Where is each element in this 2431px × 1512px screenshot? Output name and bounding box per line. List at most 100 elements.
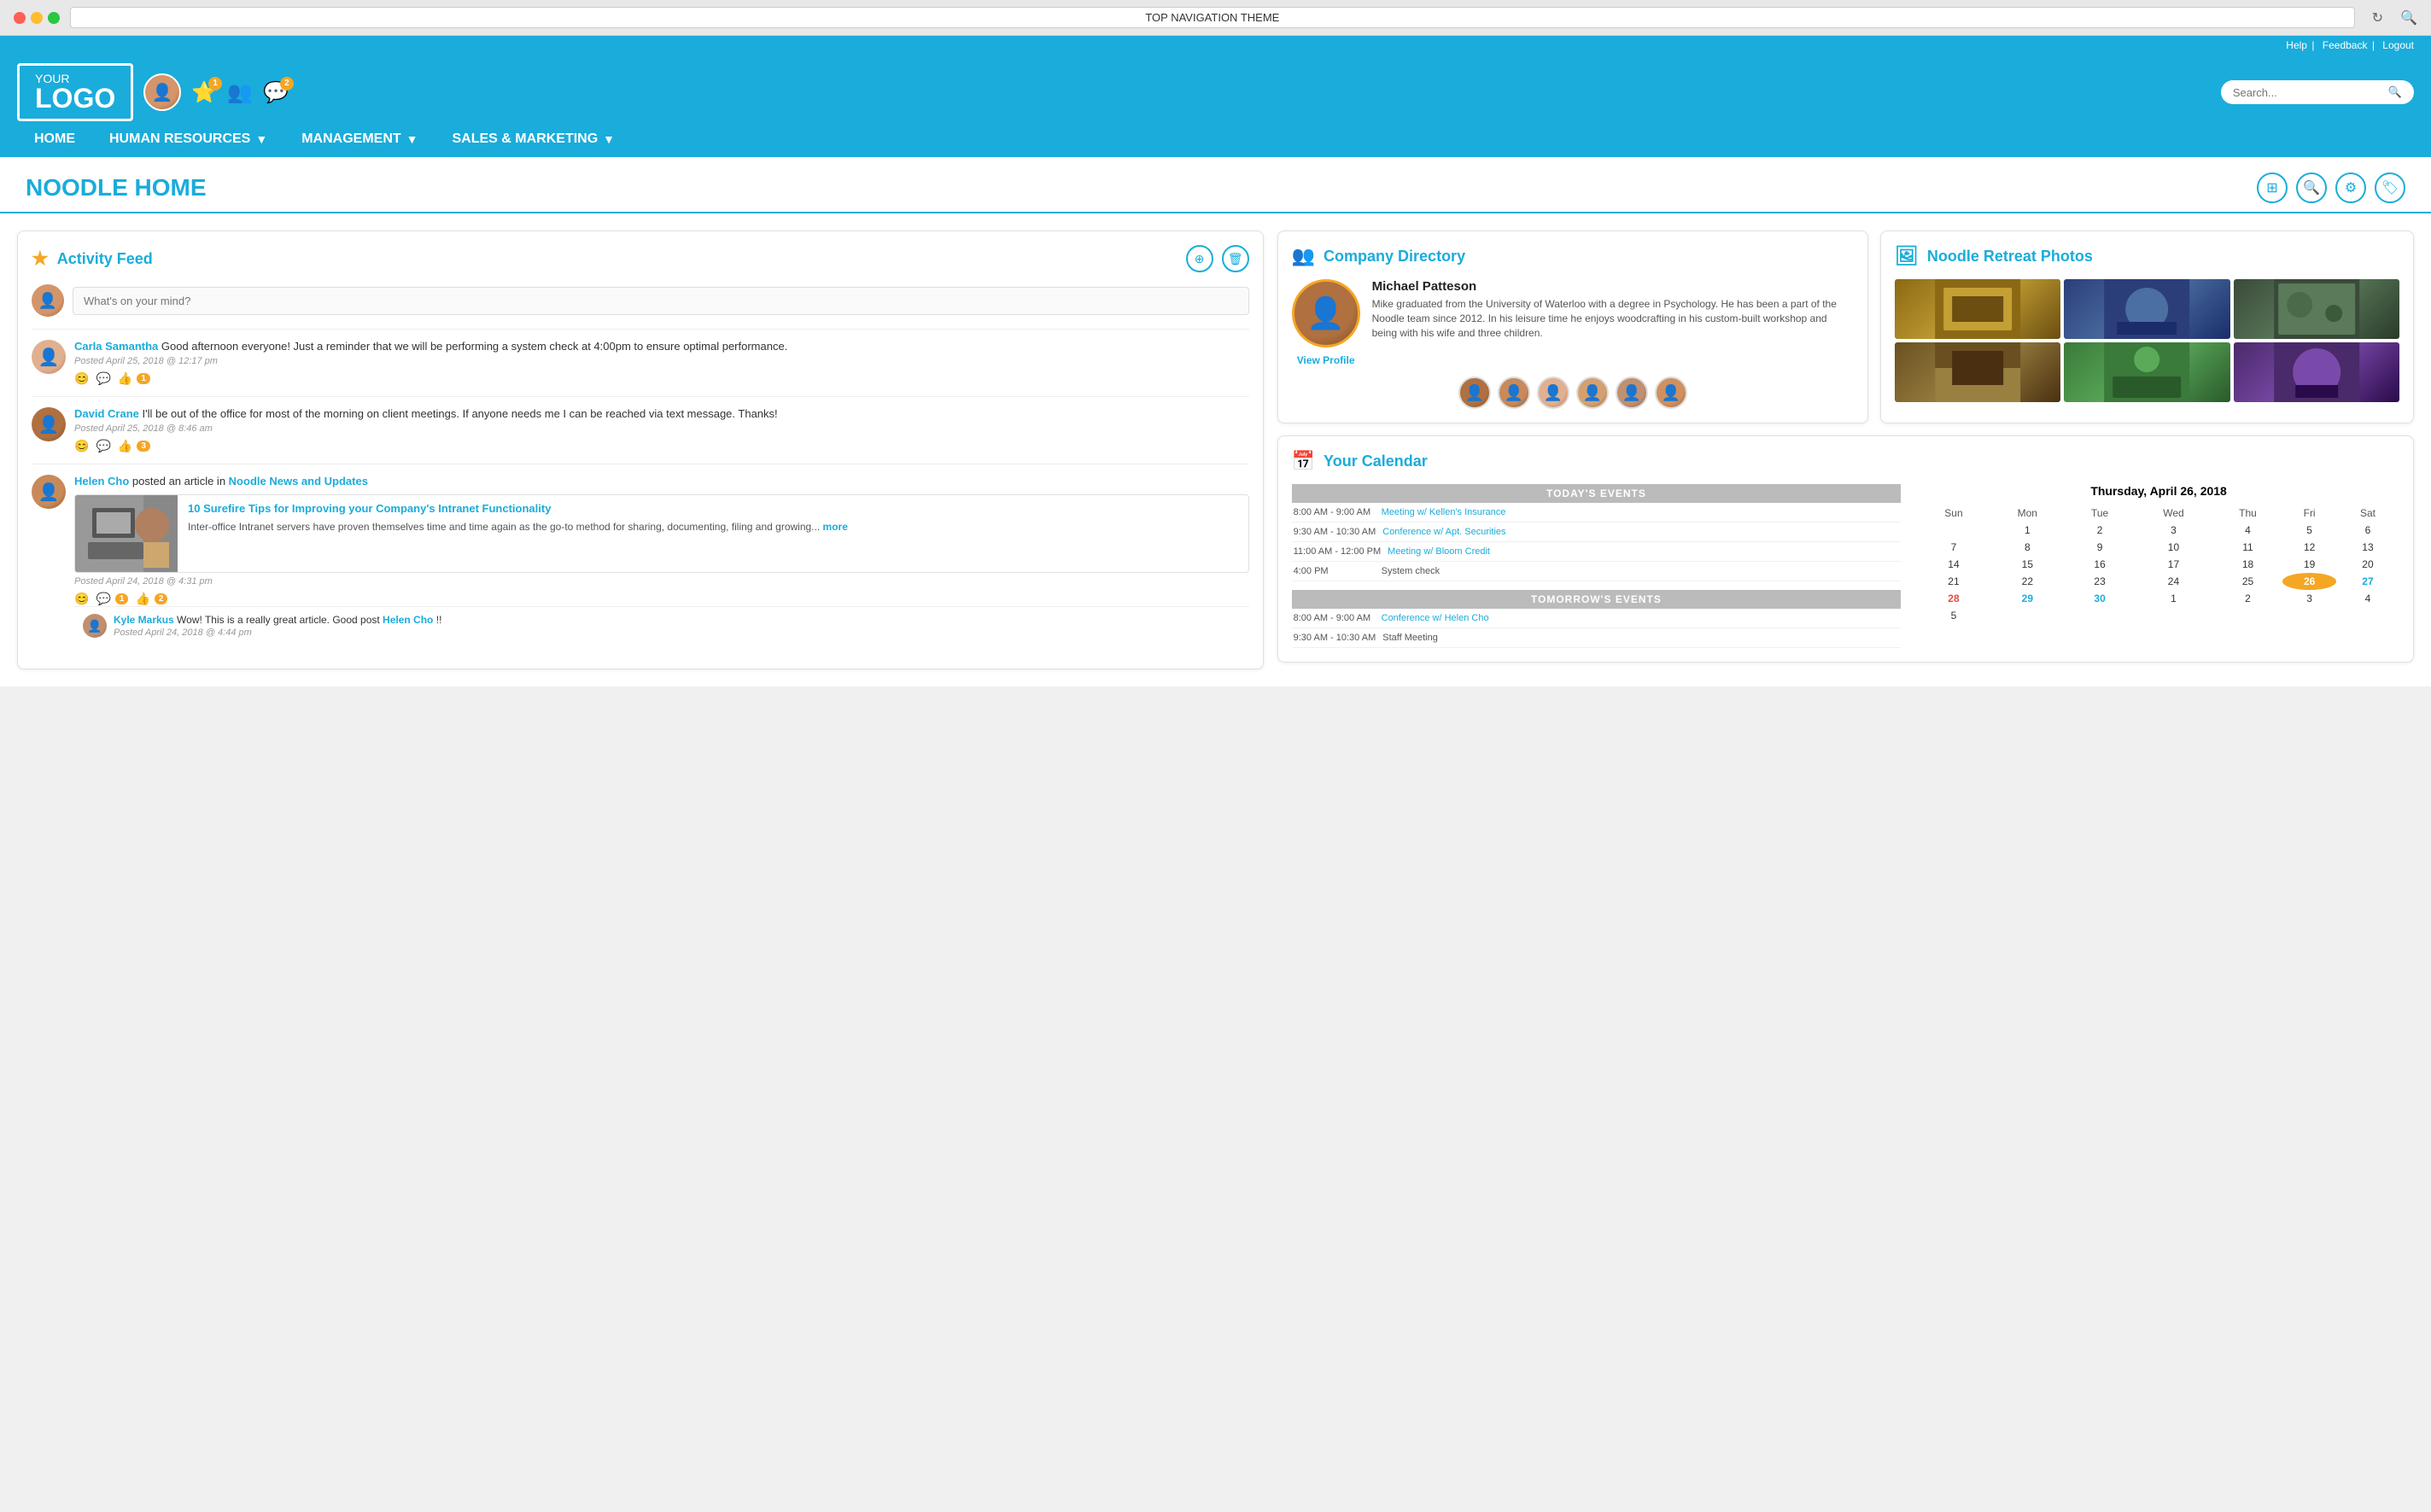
feedback-link[interactable]: Feedback [2323,39,2368,51]
post-category-helen[interactable]: Noodle News and Updates [229,475,368,487]
photo-thumb-3[interactable] [2234,279,2399,339]
cal-cell[interactable]: 13 [2336,539,2399,556]
cal-cell[interactable]: 11 [2213,539,2283,556]
like-button-helen[interactable]: 👍 2 [135,592,167,606]
nav-home[interactable]: HOME [17,121,92,157]
post-author-carla[interactable]: Carla Samantha [74,340,158,353]
search-input[interactable] [2233,86,2383,99]
cal-cell[interactable]: 5 [1918,607,1990,624]
photo-thumb-2[interactable] [2064,279,2229,339]
cal-cell[interactable]: 2 [2213,590,2283,607]
help-link[interactable]: Help [2286,39,2307,51]
today-events-list: 8:00 AM - 9:00 AM Meeting w/ Kellen's In… [1292,503,1902,581]
cal-cell-sat[interactable]: 28 [1918,590,1990,607]
cal-cell[interactable]: 18 [2213,556,2283,573]
minimize-dot[interactable] [31,12,43,24]
cal-cell[interactable]: 14 [1918,556,1990,573]
emoji-reaction-helen[interactable]: 😊 [74,592,89,606]
cal-cell[interactable]: 1 [2134,590,2212,607]
article-title[interactable]: 10 Surefire Tips for Improving your Comp… [188,502,1238,517]
nav-sales-marketing[interactable]: SALES & MARKETING ▼ [435,121,633,157]
comment-mention[interactable]: Helen Cho [383,614,433,626]
like-button-david[interactable]: 👍 3 [118,439,150,453]
user-avatar[interactable]: 👤 [143,73,181,111]
photo-thumb-5[interactable] [2064,342,2229,402]
event-title-1[interactable]: Meeting w/ Kellen's Insurance [1382,507,1506,517]
close-dot[interactable] [14,12,26,24]
dir-avatar-6[interactable]: 👤 [1655,377,1687,409]
maximize-dot[interactable] [48,12,60,24]
delete-icon[interactable]: 🗑 [1222,245,1249,272]
dir-avatar-4[interactable]: 👤 [1576,377,1609,409]
cal-cell[interactable]: 10 [2134,539,2212,556]
post-input[interactable] [73,287,1249,315]
cal-cell[interactable]: 2 [2066,522,2134,539]
cal-cell[interactable]: 3 [2134,522,2212,539]
cal-cell[interactable]: 24 [2134,573,2212,590]
cal-cell-today[interactable]: 26 [2282,573,2336,590]
comment-button-david[interactable]: 💬 [96,439,110,453]
cal-cell[interactable]: 15 [1990,556,2066,573]
cal-cell[interactable]: 19 [2282,556,2336,573]
dir-avatar-3[interactable]: 👤 [1537,377,1569,409]
cal-cell[interactable]: 4 [2336,590,2399,607]
comment-button-carla[interactable]: 💬 [96,371,110,386]
nav-human-resources[interactable]: HUMAN RESOURCES ▼ [92,121,284,157]
cal-cell[interactable]: 20 [2336,556,2399,573]
emoji-reaction-carla[interactable]: 😊 [74,371,89,386]
cal-cell[interactable]: 29 [1990,590,2066,607]
event-title-3[interactable]: Meeting w/ Bloom Credit [1388,546,1490,557]
tag-button[interactable]: 🏷 [2375,172,2405,203]
comment-count-helen[interactable]: 💬 1 [96,592,128,606]
people-button[interactable]: 👥 [227,80,253,105]
cal-cell[interactable]: 30 [2066,590,2134,607]
post-author-david[interactable]: David Crane [74,407,139,420]
search-button[interactable]: 🔍 [2296,172,2327,203]
notifications-button[interactable]: ⭐ 1 [191,80,217,105]
article-more-link[interactable]: more [823,521,848,533]
article-thumb-img [75,495,178,572]
cal-cell[interactable]: 17 [2134,556,2212,573]
cal-cell[interactable]: 3 [2282,590,2336,607]
cal-cell[interactable]: 22 [1990,573,2066,590]
messages-button[interactable]: 💬 2 [263,80,289,105]
add-page-button[interactable]: ⊞ [2257,172,2288,203]
emoji-reaction-david[interactable]: 😊 [74,439,89,453]
header-search[interactable]: 🔍 [2221,80,2414,104]
cal-cell[interactable]: 21 [1918,573,1990,590]
refresh-icon[interactable]: ↻ [2372,9,2383,26]
comment-author-kyle[interactable]: Kyle Markus [114,614,174,626]
cal-cell[interactable]: 7 [1918,539,1990,556]
cal-cell[interactable]: 6 [2336,522,2399,539]
address-bar[interactable]: TOP NAVIGATION THEME [70,7,2355,28]
profile-photo[interactable]: 👤 [1292,279,1360,347]
dir-avatar-5[interactable]: 👤 [1616,377,1648,409]
cal-cell[interactable]: 23 [2066,573,2134,590]
dir-avatar-2[interactable]: 👤 [1498,377,1530,409]
like-button-carla[interactable]: 👍 1 [118,371,150,386]
filter-icon[interactable]: ⊕ [1186,245,1213,272]
cal-cell-tomorrow[interactable]: 27 [2336,573,2399,590]
event-title-2[interactable]: Conference w/ Apt. Securities [1382,527,1505,537]
cal-cell[interactable]: 8 [1990,539,2066,556]
cal-cell[interactable]: 5 [2282,522,2336,539]
logout-link[interactable]: Logout [2382,39,2414,51]
browser-search-icon[interactable]: 🔍 [2400,9,2417,26]
cal-cell[interactable]: 12 [2282,539,2336,556]
photo-thumb-1[interactable] [1895,279,2060,339]
logo[interactable]: YOUR LOGO [17,63,133,121]
photo-thumb-4[interactable] [1895,342,2060,402]
event-title-5[interactable]: Conference w/ Helen Cho [1382,613,1489,623]
cal-cell[interactable]: 1 [1990,522,2066,539]
cal-cell[interactable]: 25 [2213,573,2283,590]
cal-cell[interactable]: 16 [2066,556,2134,573]
dir-avatar-1[interactable]: 👤 [1458,377,1491,409]
logo-logo-text: LOGO [35,85,115,112]
settings-button[interactable]: ⚙ [2335,172,2366,203]
post-author-helen[interactable]: Helen Cho [74,475,129,487]
cal-cell[interactable]: 9 [2066,539,2134,556]
view-profile-link[interactable]: View Profile [1297,354,1355,366]
photo-thumb-6[interactable] [2234,342,2399,402]
nav-management[interactable]: MANAGEMENT ▼ [284,121,435,157]
cal-cell[interactable]: 4 [2213,522,2283,539]
